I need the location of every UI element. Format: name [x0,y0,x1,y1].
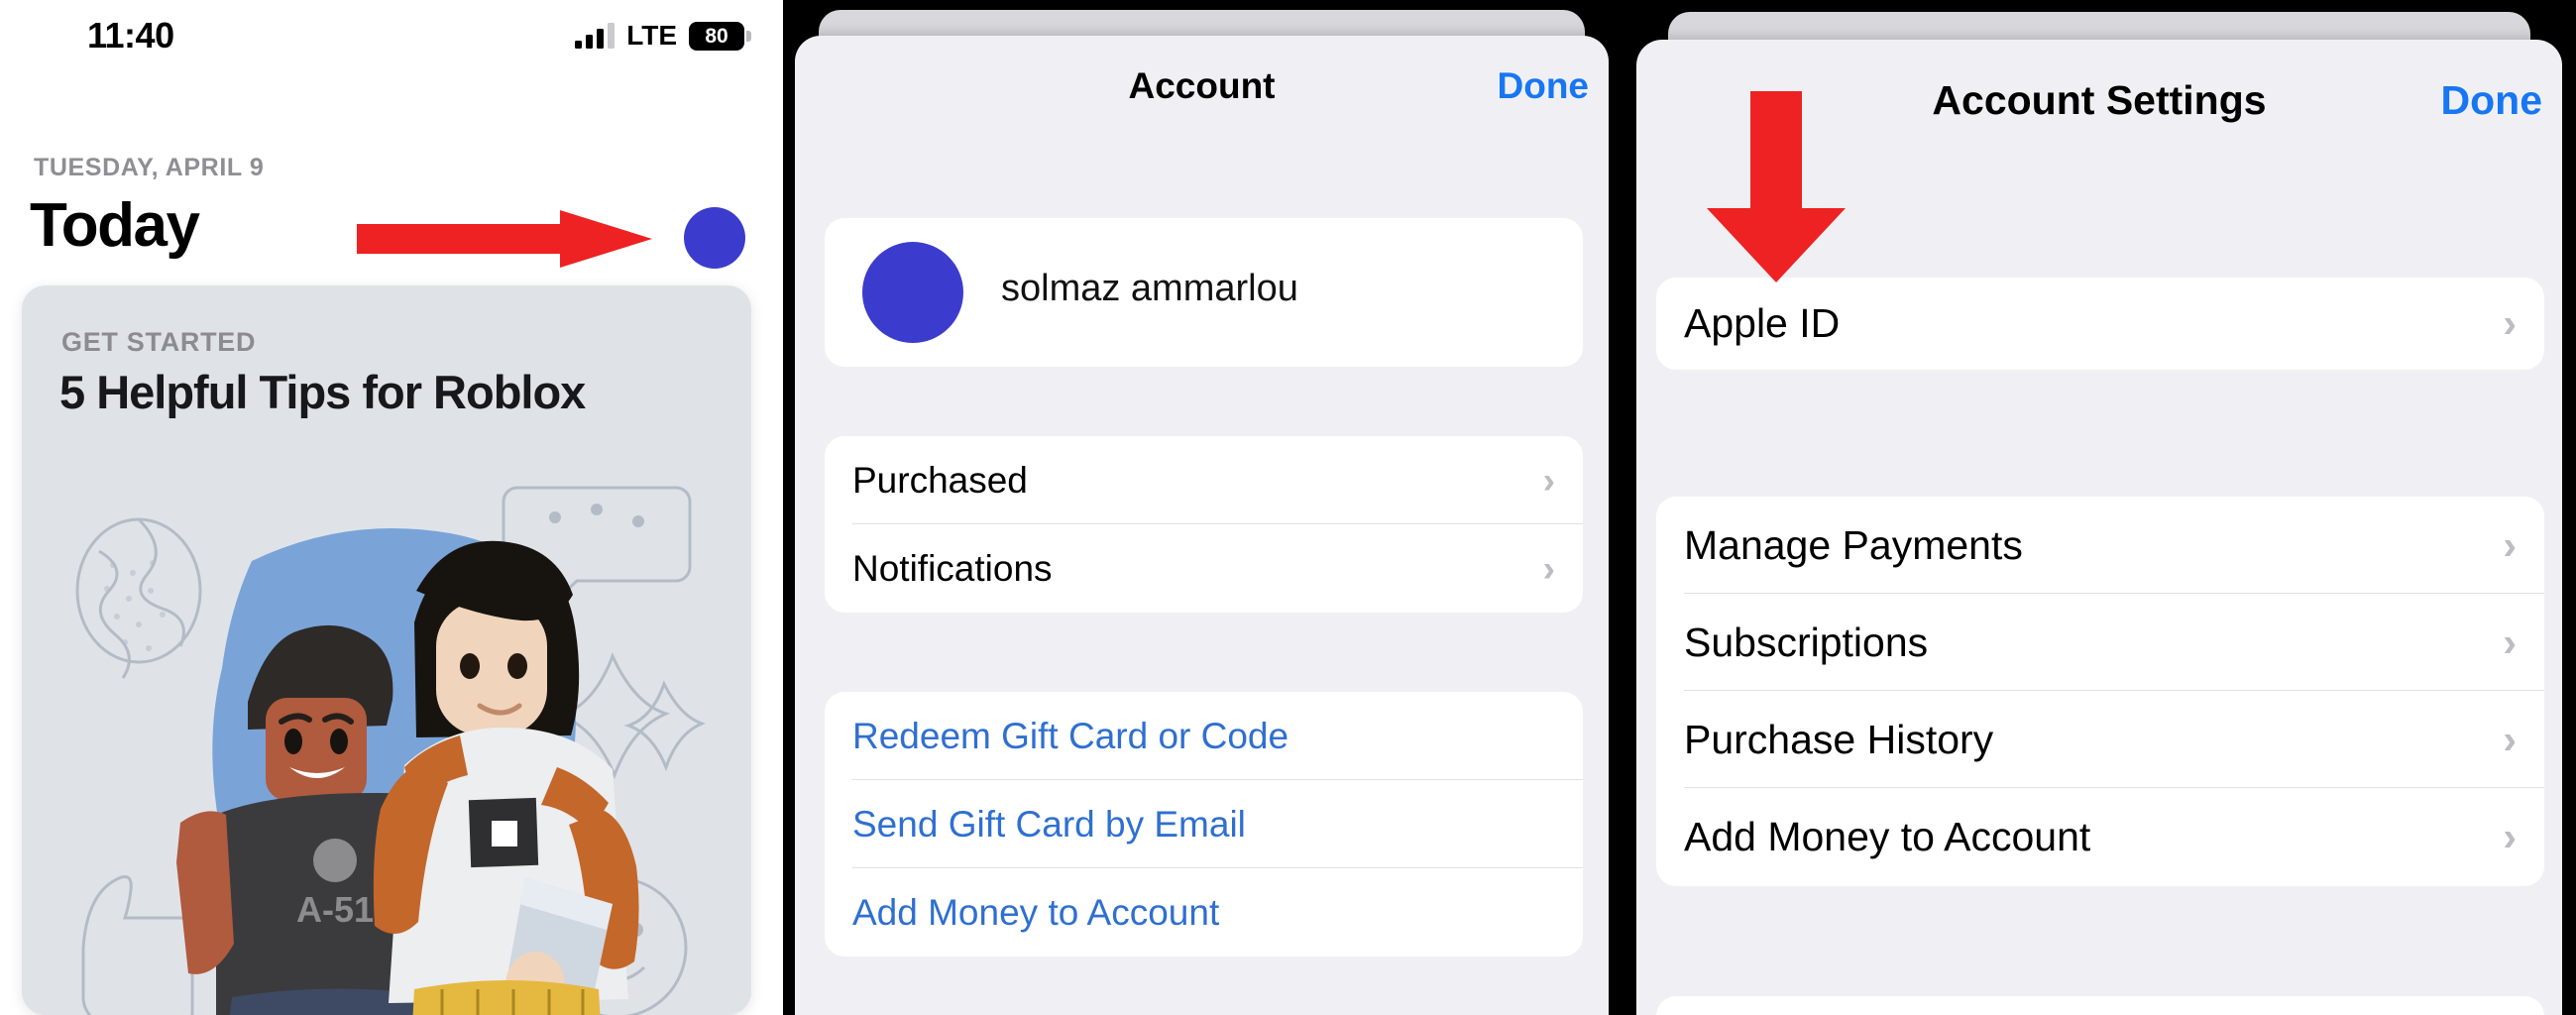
feature-card-title: 5 Helpful Tips for Roblox [59,366,586,418]
profile-avatar-icon[interactable] [684,207,745,269]
profile-avatar-icon [862,242,963,343]
row-label: Manage Payments [1684,521,2023,568]
account-name: solmaz ammarlou [1001,268,1298,309]
row-label: Send Gift Card by Email [852,803,1246,845]
row-purchase-history[interactable]: Purchase History › [1656,691,2544,788]
apple-id-card: Apple ID › [1656,278,2544,370]
account-profile-card[interactable]: solmaz ammarlou [825,218,1583,367]
chevron-right-icon: › [2503,813,2517,859]
status-bar-indicators: LTE 80 [575,20,751,52]
screenshot-stage: 11:40 LTE 80 TUESDAY, APRIL 9 Today GET … [0,0,2576,1015]
row-label: Purchase History [1684,716,1994,762]
row-label: Purchased [852,459,1028,501]
chevron-right-icon: › [2503,300,2517,346]
row-label: Notifications [852,547,1053,589]
chevron-right-icon: › [2503,716,2517,762]
row-send-gift-card[interactable]: Send Gift Card by Email [825,780,1583,868]
row-add-money[interactable]: Add Money to Account [825,868,1583,957]
network-type-label: LTE [626,20,677,51]
account-settings-done-button[interactable]: Done [2441,77,2543,124]
gift-actions-card: Redeem Gift Card or Code Send Gift Card … [825,692,1583,957]
roblox-avatars-illustration: A-51 [22,482,751,1015]
row-label: Subscriptions [1684,619,1929,665]
account-sheet-title: Account [1128,65,1276,106]
battery-percent-label: 80 [705,24,728,48]
row-label: Add Money to Account [852,891,1220,933]
account-sheet-panel: Account Done solmaz ammarlou Purchased ›… [783,0,1621,1015]
date-label: TUESDAY, APRIL 9 [34,154,265,181]
row-label: Apple ID [1684,300,1841,346]
row-redeem-gift-card[interactable]: Redeem Gift Card or Code [825,692,1583,780]
row-notifications[interactable]: Notifications › [825,524,1583,613]
chevron-right-icon: › [1542,547,1555,589]
account-settings-list-card: Manage Payments › Subscriptions › Purcha… [1656,497,2544,886]
account-done-button[interactable]: Done [1498,65,1590,107]
row-manage-payments[interactable]: Manage Payments › [1656,497,2544,594]
red-right-arrow-annotation [357,210,652,268]
feature-card-kicker: GET STARTED [61,327,257,357]
row-label: Add Money to Account [1684,813,2091,859]
row-label: Redeem Gift Card or Code [852,715,1289,756]
featured-story-card[interactable]: GET STARTED 5 Helpful Tips for Roblox A-… [22,285,751,1015]
row-subscriptions[interactable]: Subscriptions › [1656,594,2544,691]
row-apple-id[interactable]: Apple ID › [1656,278,2544,370]
svg-text:A-51: A-51 [296,889,374,930]
next-section-card [1656,996,2544,1015]
app-store-today-panel: 11:40 LTE 80 TUESDAY, APRIL 9 Today GET … [0,0,783,1015]
cellular-signal-icon [575,23,616,49]
status-bar: 11:40 LTE 80 [0,0,783,71]
chevron-right-icon: › [2503,619,2517,665]
battery-icon: 80 [689,21,751,51]
row-purchased[interactable]: Purchased › [825,436,1583,524]
page-title: Today [30,191,200,260]
chevron-right-icon: › [2503,521,2517,568]
row-add-money-to-account[interactable]: Add Money to Account › [1656,788,2544,885]
red-down-arrow-annotation [1707,91,1846,282]
status-bar-time: 11:40 [87,15,174,56]
chevron-right-icon: › [1542,459,1555,501]
account-links-card: Purchased › Notifications › [825,436,1583,613]
